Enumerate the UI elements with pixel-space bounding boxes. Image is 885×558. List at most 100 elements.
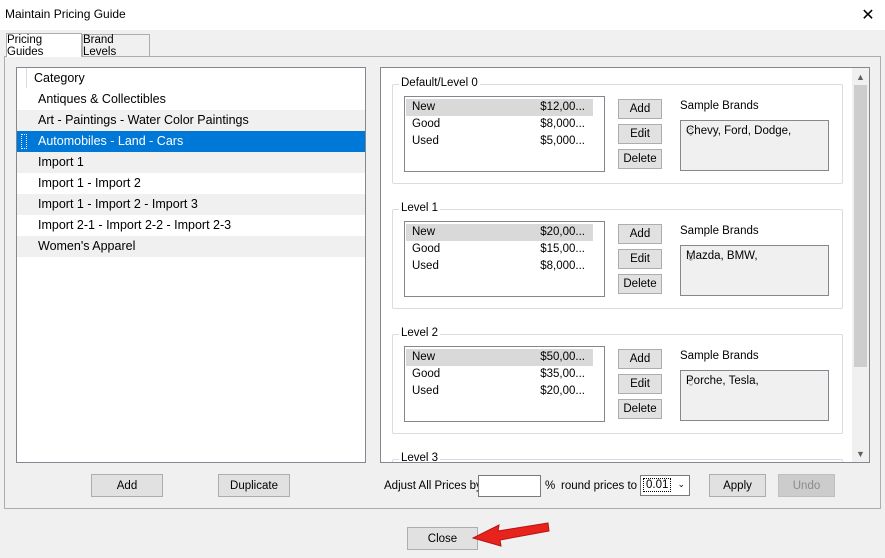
category-label: Import 2-1 - Import 2-2 - Import 2-3 (38, 218, 232, 232)
price-value: $20,00... (540, 385, 585, 397)
window-title: Maintain Pricing Guide (5, 7, 126, 21)
sample-brands-label: Sample Brands (680, 100, 759, 112)
level-group: Level 3 (392, 452, 843, 462)
category-label: Antiques & Collectibles (38, 92, 166, 106)
price-row[interactable]: Used $5,000... (406, 133, 593, 150)
levels-panel[interactable]: Default/Level 0 New $12,00... Good $8,000...… (380, 67, 870, 463)
delete-price-button[interactable]: Delete (618, 399, 662, 419)
price-list[interactable]: New $50,00... Good $35,00... Used $20,00... (404, 346, 605, 422)
price-row[interactable]: Good $35,00... (406, 366, 593, 383)
add-price-button[interactable]: Add (618, 224, 662, 244)
adjust-percent-input[interactable] (478, 475, 541, 497)
category-list-item[interactable]: Women's Apparel (17, 236, 365, 257)
focus-indicator (21, 134, 27, 149)
price-row[interactable]: Good $8,000... (406, 116, 593, 133)
apply-button[interactable]: Apply (709, 474, 766, 497)
add-category-button[interactable]: Add (91, 474, 163, 497)
button-label: Add (629, 228, 651, 240)
edit-price-button[interactable]: Edit (618, 249, 662, 269)
button-label: Delete (623, 278, 657, 290)
close-button[interactable]: Close (407, 527, 478, 550)
condition-label: Used (412, 260, 439, 272)
edit-price-button[interactable]: Edit (618, 124, 662, 144)
button-label: Delete (623, 153, 657, 165)
undo-button[interactable]: Undo (778, 474, 835, 497)
condition-label: Good (412, 368, 441, 380)
button-label: Apply (723, 479, 752, 492)
round-to-select[interactable]: 0.01 ⌄ (640, 475, 690, 496)
condition-label: New (412, 351, 436, 363)
condition-label: Used (412, 385, 439, 397)
price-value: $8,000... (540, 260, 585, 272)
adjust-prices-label: Adjust All Prices by (384, 480, 482, 492)
price-list[interactable]: New $12,00... Good $8,000... Used $5,000... (404, 96, 605, 172)
sample-brands-label: Sample Brands (680, 350, 759, 362)
price-row[interactable]: Used $8,000... (406, 258, 593, 275)
level-group: Level 2 New $50,00... Good $35,00... Used $20,… (392, 327, 843, 434)
tab-pricing-guides[interactable]: Pricing Guides (6, 33, 82, 58)
level-group: Default/Level 0 New $12,00... Good $8,000...… (392, 77, 843, 184)
category-label: Art - Paintings - Water Color Paintings (38, 113, 249, 127)
condition-label: New (412, 101, 436, 113)
category-list-item[interactable]: Import 2-1 - Import 2-2 - Import 2-3 (17, 215, 365, 236)
button-label: Add (116, 479, 138, 492)
price-value: $15,00... (540, 243, 585, 255)
chevron-down-icon: ⌄ (686, 127, 696, 139)
chevron-down-icon: ⌄ (686, 377, 696, 389)
sample-brands-field[interactable]: Chevy, Ford, Dodge, ⌃ ⌄ (680, 120, 829, 171)
category-label: Import 1 (38, 155, 84, 169)
level-title: Level 3 (399, 452, 441, 463)
category-list-item[interactable]: Import 1 - Import 2 - Import 3 (17, 194, 365, 215)
button-label: Add (629, 353, 651, 365)
chevron-down-icon: ⌄ (677, 479, 685, 489)
delete-price-button[interactable]: Delete (618, 274, 662, 294)
price-value: $5,000... (540, 135, 585, 147)
price-row[interactable]: New $20,00... (406, 224, 593, 241)
button-label: Undo (792, 479, 821, 492)
levels-scrollbar[interactable]: ▲ ▼ (852, 68, 869, 462)
price-row[interactable]: New $50,00... (406, 349, 593, 366)
price-value: $12,00... (540, 101, 585, 113)
red-arrow-icon (471, 522, 550, 547)
edit-price-button[interactable]: Edit (618, 374, 662, 394)
button-label: Close (427, 532, 458, 545)
price-value: $50,00... (540, 351, 585, 363)
price-value: $8,000... (540, 118, 585, 130)
round-to-value: 0.01 (643, 478, 672, 492)
chevron-up-icon[interactable]: ▲ (852, 68, 869, 85)
scrollbar-thumb[interactable] (854, 85, 867, 367)
sample-brands-field[interactable]: Mazda, BMW, ⌃ ⌄ (680, 245, 829, 296)
price-list[interactable]: New $20,00... Good $15,00... Used $8,000... (404, 221, 605, 297)
price-value: $20,00... (540, 226, 585, 238)
category-label: Women's Apparel (38, 239, 136, 253)
category-list-item[interactable]: Import 1 (17, 152, 365, 173)
button-label: Delete (623, 403, 657, 415)
add-price-button[interactable]: Add (618, 99, 662, 119)
category-header-label: Category (34, 71, 85, 85)
category-list-item[interactable]: Import 1 - Import 2 (17, 173, 365, 194)
round-prices-label: round prices to (561, 480, 638, 492)
level-title: Default/Level 0 (399, 77, 480, 89)
tab-brand-levels[interactable]: Brand Levels (82, 34, 150, 58)
duplicate-category-button[interactable]: Duplicate (218, 474, 290, 497)
chevron-down-icon[interactable]: ▼ (852, 445, 869, 462)
category-list-item[interactable]: Art - Paintings - Water Color Paintings (17, 110, 365, 131)
category-label: Import 1 - Import 2 (38, 176, 141, 190)
category-list-item[interactable]: Automobiles - Land - Cars (17, 131, 365, 152)
level-group: Level 1 New $20,00... Good $15,00... Used $8,0… (392, 202, 843, 309)
condition-label: Good (412, 243, 441, 255)
delete-price-button[interactable]: Delete (618, 149, 662, 169)
header-divider (26, 68, 27, 88)
category-header[interactable]: Category (17, 68, 365, 88)
chevron-down-icon: ⌄ (686, 252, 696, 264)
sample-brands-field[interactable]: Porche, Tesla, ⌃ ⌄ (680, 370, 829, 421)
add-price-button[interactable]: Add (618, 349, 662, 369)
price-row[interactable]: New $12,00... (406, 99, 593, 116)
category-list-item[interactable]: Antiques & Collectibles (17, 89, 365, 110)
price-row[interactable]: Good $15,00... (406, 241, 593, 258)
button-label: Edit (630, 253, 650, 265)
percent-label: % (545, 480, 556, 492)
category-label: Import 1 - Import 2 - Import 3 (38, 197, 198, 211)
price-row[interactable]: Used $20,00... (406, 383, 593, 400)
close-icon[interactable]: ✕ (851, 0, 885, 30)
